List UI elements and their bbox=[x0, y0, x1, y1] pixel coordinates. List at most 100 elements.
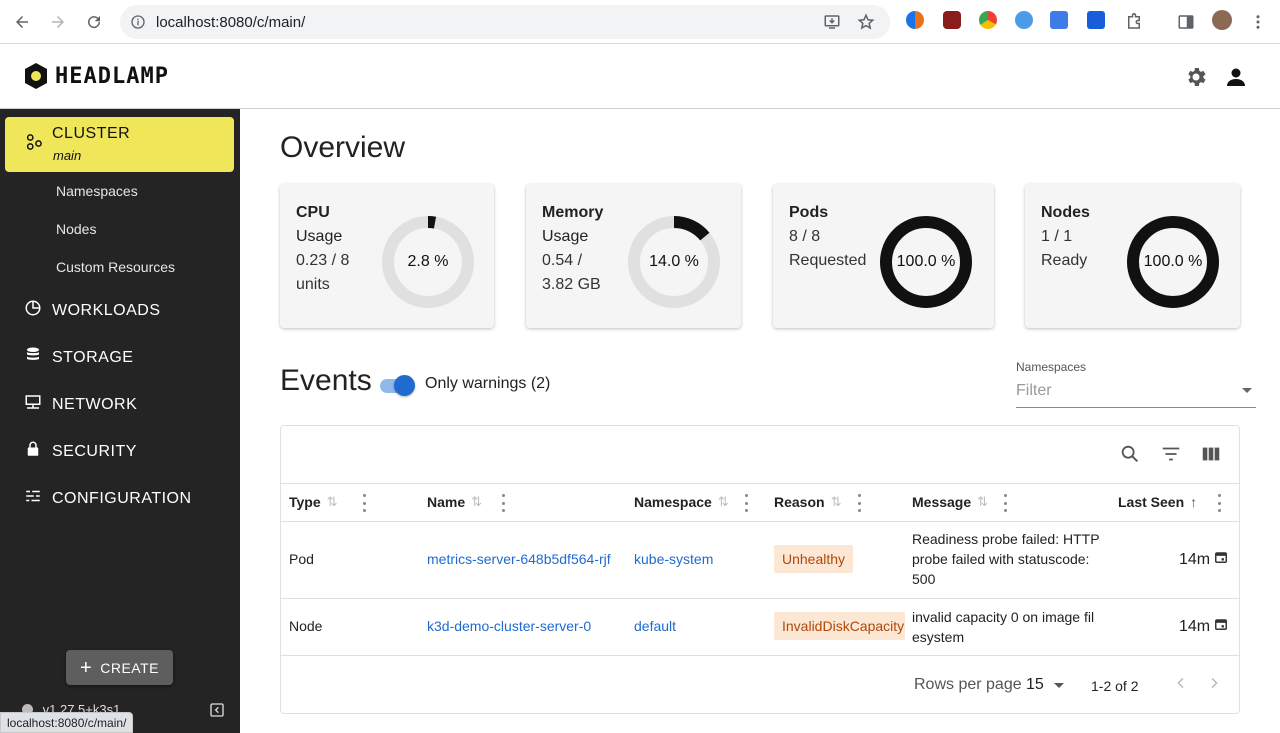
reason-badge: Unhealthy bbox=[774, 545, 854, 573]
cell-name-link[interactable]: metrics-server-648b5df564-rjf bbox=[427, 551, 627, 567]
filter-list-icon[interactable] bbox=[1160, 443, 1184, 467]
sort-ascending-icon: ↑ bbox=[1190, 494, 1198, 510]
user-account-icon[interactable] bbox=[1224, 65, 1248, 94]
browser-menu-icon[interactable] bbox=[1244, 8, 1272, 36]
column-menu-icon[interactable] bbox=[500, 494, 506, 512]
create-label: CREATE bbox=[100, 659, 159, 676]
column-header-reason[interactable]: Reason ⇅ bbox=[774, 494, 841, 510]
previous-page-icon[interactable] bbox=[1173, 675, 1189, 696]
sidebar-item-label: STORAGE bbox=[52, 348, 134, 366]
sidebar-item-security[interactable]: SECURITY bbox=[24, 440, 137, 463]
profile-avatar[interactable] bbox=[1212, 10, 1232, 30]
column-menu-icon[interactable] bbox=[361, 494, 367, 512]
extension-1-icon[interactable] bbox=[906, 11, 924, 29]
calendar-icon bbox=[1214, 550, 1228, 569]
install-app-icon[interactable] bbox=[822, 12, 842, 32]
card-subtitle: 0.54 / 3.82 GB bbox=[542, 252, 601, 293]
network-icon bbox=[24, 393, 42, 416]
only-warnings-label: Only warnings (2) bbox=[425, 375, 551, 392]
browser-toolbar: localhost:8080/c/main/ bbox=[0, 0, 1280, 44]
pie-chart-icon bbox=[24, 299, 42, 322]
extension-4-icon[interactable] bbox=[1015, 11, 1033, 29]
view-columns-icon[interactable] bbox=[1200, 443, 1224, 467]
rows-per-page-label: Rows per page bbox=[914, 676, 1022, 693]
forward-icon[interactable] bbox=[44, 8, 72, 36]
collapse-sidebar-icon[interactable] bbox=[209, 702, 225, 723]
nodes-percent: 100.0 % bbox=[1143, 253, 1203, 270]
create-button[interactable]: + CREATE bbox=[66, 650, 173, 685]
sidebar-item-namespaces[interactable]: Namespaces bbox=[56, 183, 138, 199]
cluster-label: CLUSTER bbox=[52, 125, 131, 142]
column-header-name[interactable]: Name ⇅ bbox=[427, 494, 482, 510]
sort-icon: ⇅ bbox=[717, 494, 729, 509]
column-header-message[interactable]: Message ⇅ bbox=[912, 494, 988, 510]
page-title: Overview bbox=[280, 131, 406, 164]
sort-icon: ⇅ bbox=[326, 494, 338, 509]
bookmark-star-icon[interactable] bbox=[856, 12, 876, 32]
column-header-type[interactable]: Type ⇅ bbox=[289, 494, 338, 510]
cell-namespace-link[interactable]: kube-system bbox=[634, 551, 713, 567]
site-info-icon[interactable] bbox=[128, 12, 148, 32]
sidebar-item-custom-resources[interactable]: Custom Resources bbox=[56, 259, 175, 275]
sidebar-item-label: WORKLOADS bbox=[52, 301, 161, 319]
column-header-namespace[interactable]: Namespace ⇅ bbox=[634, 494, 729, 510]
search-icon[interactable] bbox=[1119, 443, 1143, 467]
sidebar-item-label: CONFIGURATION bbox=[52, 489, 192, 507]
sort-icon: ⇅ bbox=[830, 494, 842, 509]
ublock-icon[interactable] bbox=[943, 11, 961, 29]
table-row: Node k3d-demo-cluster-server-0 default I… bbox=[281, 599, 1239, 656]
sidebar-item-configuration[interactable]: CONFIGURATION bbox=[24, 487, 192, 510]
sidebar-item-storage[interactable]: STORAGE bbox=[24, 346, 133, 369]
column-menu-icon[interactable] bbox=[856, 494, 862, 512]
sidebar-item-workloads[interactable]: WORKLOADS bbox=[24, 299, 161, 322]
cell-name-link[interactable]: k3d-demo-cluster-server-0 bbox=[427, 618, 591, 634]
card-title: Memory Usage bbox=[542, 204, 604, 245]
card-title: CPU Usage bbox=[296, 204, 343, 245]
address-bar[interactable]: localhost:8080/c/main/ bbox=[120, 5, 890, 39]
url-text: localhost:8080/c/main/ bbox=[156, 13, 306, 31]
sidebar-item-network[interactable]: NETWORK bbox=[24, 393, 137, 416]
next-page-icon[interactable] bbox=[1206, 675, 1222, 696]
extensions-puzzle-icon[interactable] bbox=[1120, 8, 1148, 36]
calendar-icon bbox=[1214, 617, 1228, 636]
cell-namespace-link[interactable]: default bbox=[634, 618, 676, 634]
sidebar-item-label: SECURITY bbox=[52, 442, 137, 460]
cell-last-seen: 14m bbox=[1179, 550, 1228, 569]
memory-usage-card: Memory Usage 0.54 / 3.82 GB 14.0 % bbox=[526, 184, 741, 328]
cpu-percent: 2.8 % bbox=[407, 253, 449, 270]
sort-icon: ⇅ bbox=[977, 494, 989, 509]
headlamp-logo-icon[interactable] bbox=[22, 60, 50, 99]
settings-gear-icon[interactable] bbox=[1184, 65, 1208, 94]
logo-text[interactable]: HEADLAMP bbox=[55, 64, 169, 89]
card-subtitle: 0.23 / 8 units bbox=[296, 252, 350, 293]
reload-icon[interactable] bbox=[80, 8, 108, 36]
cell-type: Node bbox=[289, 618, 323, 634]
column-header-last-seen[interactable]: Last Seen ↑ bbox=[1118, 494, 1197, 510]
main-content: Overview CPU Usage 0.23 / 8 units 2.8 % … bbox=[240, 109, 1280, 733]
bitwarden-icon[interactable] bbox=[1087, 11, 1105, 29]
sidebar-item-nodes[interactable]: Nodes bbox=[56, 221, 96, 237]
cell-type: Pod bbox=[289, 551, 314, 567]
column-menu-icon[interactable] bbox=[1002, 494, 1008, 512]
extension-5-icon[interactable] bbox=[1050, 11, 1068, 29]
sidebar-item-cluster[interactable]: CLUSTER main bbox=[5, 117, 234, 172]
side-panel-icon[interactable] bbox=[1172, 8, 1200, 36]
table-row: Pod metrics-server-648b5df564-rjf kube-s… bbox=[281, 522, 1239, 599]
events-table: Type ⇅ Name ⇅ Namespace ⇅ Reason ⇅ Message ⇅ … bbox=[280, 425, 1240, 714]
column-menu-icon[interactable] bbox=[1216, 494, 1222, 512]
column-menu-icon[interactable] bbox=[743, 494, 749, 512]
only-warnings-toggle[interactable] bbox=[378, 374, 416, 396]
lock-icon bbox=[24, 440, 42, 463]
rows-per-page-select[interactable]: 15 bbox=[1026, 676, 1064, 694]
back-icon[interactable] bbox=[8, 8, 36, 36]
sidebar-item-label: NETWORK bbox=[52, 395, 138, 413]
namespaces-filter-input[interactable]: Filter bbox=[1016, 379, 1256, 408]
card-title: Pods bbox=[789, 204, 829, 221]
extension-3-icon[interactable] bbox=[979, 11, 997, 29]
memory-percent: 14.0 % bbox=[649, 253, 699, 270]
sort-icon: ⇅ bbox=[471, 494, 483, 509]
dropdown-arrow-icon[interactable] bbox=[1242, 388, 1252, 393]
sidebar: CLUSTER main Namespaces Nodes Custom Res… bbox=[0, 109, 240, 733]
card-title: Nodes bbox=[1041, 204, 1090, 221]
card-subtitle: 8 / 8 Requested bbox=[789, 228, 867, 269]
